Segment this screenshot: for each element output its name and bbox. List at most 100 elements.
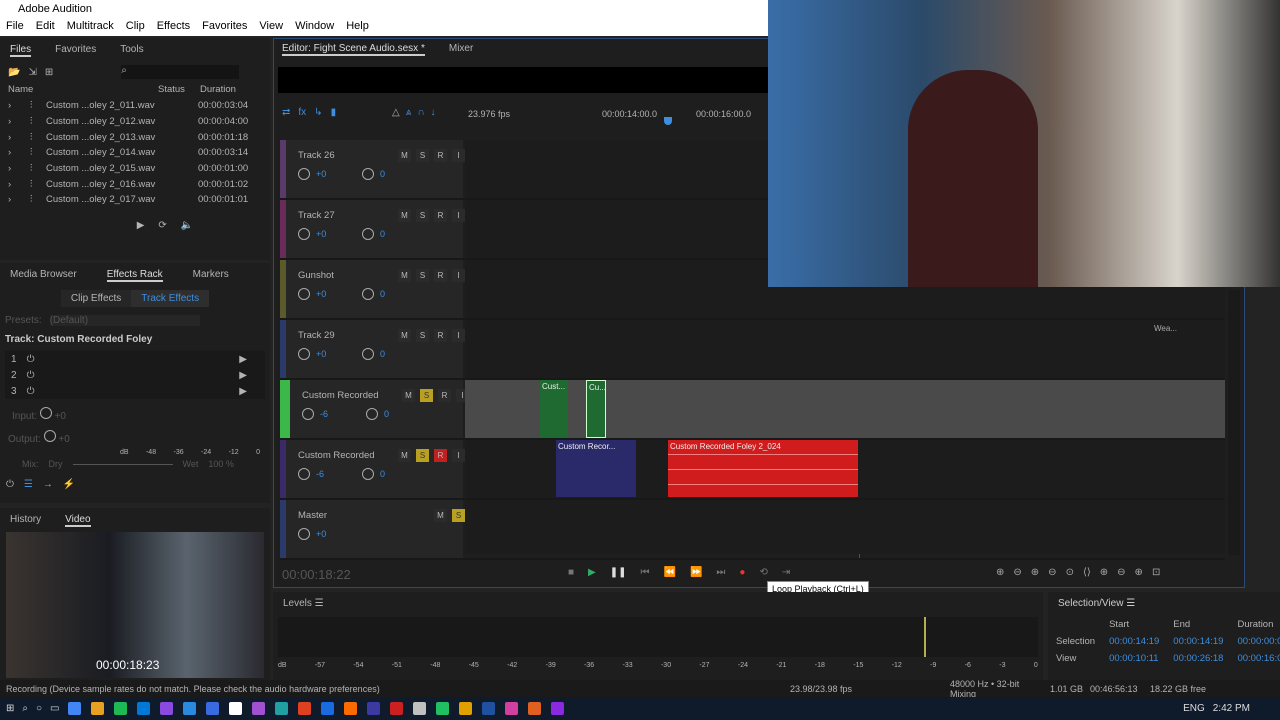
pan-value[interactable]: 0 — [380, 289, 385, 299]
menu-multitrack[interactable]: Multitrack — [67, 20, 114, 34]
clip[interactable]: Custom Recorded Foley 2_024 — [668, 440, 858, 497]
record-arm-button[interactable]: R — [434, 329, 447, 342]
expand-icon[interactable]: › — [8, 194, 30, 205]
file-item[interactable]: › ⫶ Custom ...oley 2_011.wav 00:00:03:04 — [8, 98, 270, 114]
play-icon[interactable]: ▶ — [588, 567, 596, 578]
pan-knob[interactable] — [366, 408, 378, 420]
fx-icon[interactable]: fx — [298, 107, 306, 118]
pan-value[interactable]: 0 — [380, 469, 385, 479]
snap-icon[interactable]: ⩓ — [406, 107, 412, 118]
zoom-selection-icon[interactable]: ⊙ — [1066, 567, 1074, 578]
expand-icon[interactable]: › — [8, 132, 30, 143]
file-item[interactable]: › ⫶ Custom ...oley 2_017.wav 00:00:01:01 — [8, 192, 270, 208]
pan-value[interactable]: 0 — [380, 169, 385, 179]
power-icon[interactable]: ⏻ — [27, 386, 35, 397]
track-effects-tab[interactable]: Track Effects — [131, 290, 210, 307]
taskbar-app-icon[interactable] — [389, 702, 403, 715]
taskbar-app-icon[interactable] — [136, 702, 150, 715]
tab-effects-rack[interactable]: Effects Rack — [106, 269, 163, 282]
volume-knob[interactable] — [298, 468, 310, 480]
taskbar-app-icon[interactable] — [182, 702, 196, 715]
search-input[interactable]: ⌕ — [121, 65, 240, 79]
tab-mixer[interactable]: Mixer — [449, 43, 473, 56]
zoom-reset-icon[interactable]: ⊡ — [1152, 567, 1160, 578]
tab-favorites[interactable]: Favorites — [55, 44, 96, 57]
taskbar-app-icon[interactable] — [343, 702, 357, 715]
record-arm-button[interactable]: R — [434, 269, 447, 282]
tab-media-browser[interactable]: Media Browser — [10, 269, 77, 282]
go-end-icon[interactable]: ⏭ — [716, 567, 725, 578]
zoom-out-icon[interactable]: ⊖ — [1013, 567, 1021, 578]
time-field[interactable]: 00:00:26:18 — [1167, 651, 1229, 666]
expand-icon[interactable]: › — [8, 163, 30, 174]
effect-slot[interactable]: 3 ⏻ ▶ — [5, 383, 265, 399]
record-arm-button[interactable]: R — [434, 209, 447, 222]
time-field[interactable]: 00:00:14:19 — [1167, 634, 1229, 649]
input-monitor-button[interactable]: I — [452, 149, 465, 162]
playhead-marker[interactable] — [664, 117, 672, 125]
taskbar-app-icon[interactable] — [113, 702, 127, 715]
loop-icon[interactable]: ⟲ — [759, 567, 767, 578]
record-arm-button[interactable]: R — [438, 389, 451, 402]
eq-icon[interactable]: ▮ — [331, 107, 337, 118]
expand-icon[interactable]: › — [8, 116, 30, 127]
zoom-icon[interactable]: ⊖ — [1117, 567, 1125, 578]
tab-tools[interactable]: Tools — [120, 44, 143, 57]
mix-slider[interactable] — [72, 459, 173, 465]
mute-button[interactable]: M — [434, 509, 447, 522]
fast-forward-icon[interactable]: ⏩ — [690, 567, 702, 578]
taskbar-app-icon[interactable] — [504, 702, 518, 715]
solo-button[interactable]: S — [452, 509, 465, 522]
effect-slot[interactable]: 2 ⏻ ▶ — [5, 367, 265, 383]
file-item[interactable]: › ⫶ Custom ...oley 2_015.wav 00:00:01:00 — [8, 161, 270, 177]
volume-knob[interactable] — [298, 348, 310, 360]
taskbar-app-icon[interactable] — [274, 702, 288, 715]
taskbar-app-icon[interactable] — [527, 702, 541, 715]
tab-markers[interactable]: Markers — [193, 269, 229, 282]
taskbar-app-icon[interactable] — [228, 702, 242, 715]
power-icon[interactable]: ⏻ — [6, 479, 14, 490]
solo-button[interactable]: S — [416, 269, 429, 282]
search-icon[interactable]: ⌕ — [22, 703, 28, 714]
clip[interactable]: Cust... — [540, 380, 568, 438]
go-start-icon[interactable]: ⏮ — [641, 567, 650, 578]
volume-value[interactable]: +0 — [316, 349, 356, 359]
track-lane[interactable] — [465, 380, 1225, 438]
list-icon[interactable]: ☰ — [24, 479, 33, 490]
pan-knob[interactable] — [362, 348, 374, 360]
clip-effects-tab[interactable]: Clip Effects — [60, 290, 132, 307]
solo-button[interactable]: S — [416, 149, 429, 162]
pan-value[interactable]: 0 — [380, 349, 385, 359]
col-name[interactable]: Name — [8, 84, 158, 95]
presets-dropdown[interactable]: (Default) — [49, 315, 200, 326]
menu-view[interactable]: View — [259, 20, 283, 34]
volume-knob[interactable] — [298, 228, 310, 240]
track-name[interactable]: Custom Recorded — [298, 450, 375, 461]
mute-button[interactable]: M — [398, 449, 411, 462]
new-file-icon[interactable]: ⊞ — [45, 67, 53, 78]
play-icon[interactable]: ▶ — [137, 220, 145, 231]
volume-value[interactable]: +0 — [316, 229, 356, 239]
pan-value[interactable]: 0 — [380, 229, 385, 239]
volume-knob[interactable] — [298, 168, 310, 180]
volume-value[interactable]: +0 — [316, 169, 356, 179]
taskbar-app-icon[interactable] — [435, 702, 449, 715]
solo-button[interactable]: S — [416, 329, 429, 342]
zoom-out-icon[interactable]: ⊖ — [1048, 567, 1056, 578]
windows-start-icon[interactable]: ⊞ — [6, 703, 14, 714]
col-duration[interactable]: Duration — [200, 84, 236, 95]
loop-icon[interactable]: ⟳ — [158, 220, 166, 231]
zoom-full-icon[interactable]: ⟨⟩ — [1083, 567, 1091, 578]
metronome-icon[interactable]: △ — [392, 107, 400, 118]
mute-button[interactable]: M — [398, 329, 411, 342]
clip[interactable]: Cu... — [586, 380, 606, 438]
expand-icon[interactable]: › — [8, 147, 30, 158]
pan-knob[interactable] — [362, 288, 374, 300]
solo-button[interactable]: S — [416, 209, 429, 222]
mute-button[interactable]: M — [398, 149, 411, 162]
volume-knob[interactable] — [302, 408, 314, 420]
time-field[interactable]: 00:00:14:19 — [1103, 634, 1165, 649]
taskbar-app-icon[interactable] — [412, 702, 426, 715]
clip[interactable]: Wea... — [1152, 322, 1178, 372]
file-item[interactable]: › ⫶ Custom ...oley 2_013.wav 00:00:01:18 — [8, 129, 270, 145]
